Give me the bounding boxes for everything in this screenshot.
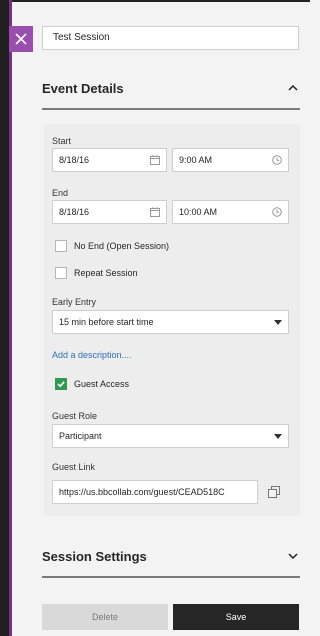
repeat-session-label: Repeat Session bbox=[74, 268, 138, 278]
guest-role-label: Guest Role bbox=[52, 411, 98, 421]
guest-link-label: Guest Link bbox=[52, 462, 96, 472]
start-label: Start bbox=[52, 136, 72, 146]
session-settings-header[interactable]: Session Settings bbox=[42, 544, 300, 568]
chevron-up-icon[interactable] bbox=[286, 81, 300, 95]
end-label: End bbox=[52, 188, 69, 198]
close-icon bbox=[15, 33, 27, 45]
clock-icon[interactable] bbox=[272, 207, 282, 217]
chevron-down-icon[interactable] bbox=[286, 549, 300, 563]
guest-link-field[interactable]: https://us.bbcollab.com/guest/CEAD518C bbox=[52, 480, 258, 504]
check-icon bbox=[56, 379, 66, 389]
clock-icon[interactable] bbox=[272, 155, 282, 165]
event-details-title: Event Details bbox=[42, 80, 124, 96]
end-date-field[interactable]: 8/18/16 bbox=[52, 200, 167, 224]
delete-button[interactable]: Delete bbox=[42, 604, 168, 630]
start-time-field[interactable]: 9:00 AM bbox=[172, 148, 289, 172]
no-end-checkbox[interactable] bbox=[55, 240, 67, 252]
close-button[interactable] bbox=[9, 26, 33, 52]
early-entry-value: 15 min before start time bbox=[59, 317, 154, 327]
start-date-value: 8/18/16 bbox=[59, 155, 90, 165]
end-time-field[interactable]: 10:00 AM bbox=[172, 200, 289, 224]
save-button[interactable]: Save bbox=[173, 604, 299, 630]
repeat-session-checkbox[interactable] bbox=[55, 267, 67, 279]
start-time-value: 9:00 AM bbox=[179, 155, 213, 165]
guest-role-value: Participant bbox=[59, 431, 102, 441]
add-description-link[interactable]: Add a description.... bbox=[52, 350, 132, 360]
dropdown-arrow-icon bbox=[274, 433, 282, 439]
early-entry-label: Early Entry bbox=[52, 297, 97, 307]
calendar-icon[interactable] bbox=[150, 207, 160, 217]
guest-link-value: https://us.bbcollab.com/guest/CEAD518C bbox=[59, 487, 225, 497]
session-title-input[interactable]: Test Session bbox=[42, 26, 299, 50]
guest-access-label: Guest Access bbox=[74, 379, 130, 389]
event-details-divider bbox=[42, 108, 300, 110]
guest-access-checkbox[interactable] bbox=[55, 378, 67, 390]
left-accent bbox=[9, 0, 12, 636]
session-settings-title: Session Settings bbox=[42, 548, 147, 564]
calendar-icon[interactable] bbox=[150, 155, 160, 165]
left-rail bbox=[0, 0, 9, 636]
early-entry-select[interactable]: 15 min before start time bbox=[52, 310, 289, 334]
start-date-field[interactable]: 8/18/16 bbox=[52, 148, 167, 172]
end-date-value: 8/18/16 bbox=[59, 207, 90, 217]
copy-icon[interactable] bbox=[268, 486, 280, 498]
end-time-value: 10:00 AM bbox=[179, 207, 218, 217]
top-border bbox=[0, 0, 310, 2]
guest-role-select[interactable]: Participant bbox=[52, 424, 289, 448]
no-end-label: No End (Open Session) bbox=[74, 241, 170, 251]
dropdown-arrow-icon bbox=[274, 319, 282, 325]
event-details-header[interactable]: Event Details bbox=[42, 76, 300, 100]
session-settings-divider bbox=[42, 576, 300, 578]
